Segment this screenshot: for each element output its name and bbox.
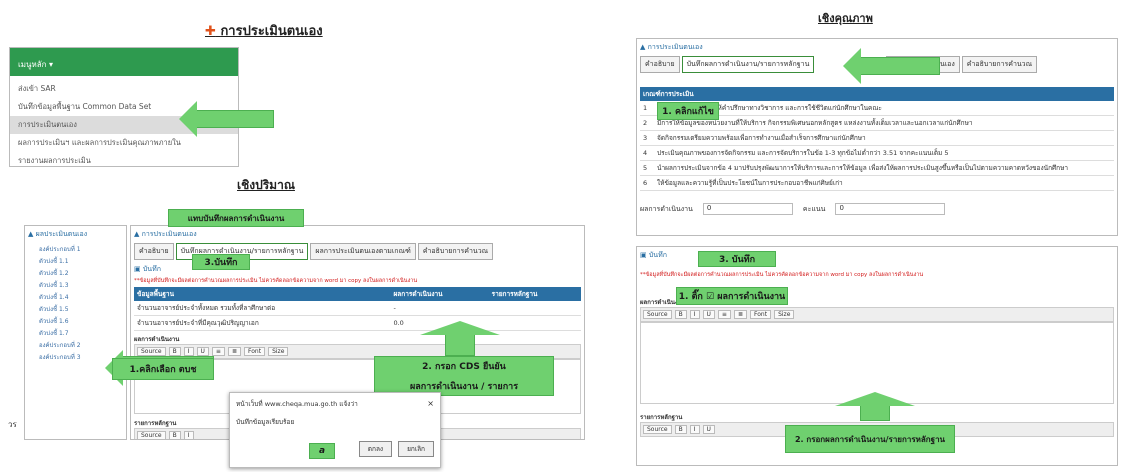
toolbar-button[interactable]: ≣	[733, 310, 747, 319]
self-assessment-heading: ✚ การประเมินตนเอง	[205, 24, 323, 39]
tree-item[interactable]: ตัวบ่งชี้ 1.5	[25, 303, 126, 315]
result-field: 0	[702, 203, 793, 215]
arrow-to-menu-item	[196, 110, 274, 128]
tree-item[interactable]: ตัวบ่งชี้ 1.1	[25, 255, 126, 267]
confirm-dialog: หน้าเว็บที่ www.cheqa.mua.go.th แจ้งว่า …	[229, 392, 441, 468]
callout-record-tab: แทบบันทึกผลการดำเนินงาน	[168, 209, 304, 227]
toolbar-button[interactable]: ≣	[227, 347, 241, 356]
score-label: คะแนน	[802, 204, 826, 213]
tree-item[interactable]: ตัวบ่งชี้ 1.3	[25, 279, 126, 291]
close-icon[interactable]: ×	[427, 399, 434, 409]
warning-text: **ข้อมูลที่บันทึกจะมีผลต่อการคำนวณผลการป…	[134, 278, 418, 284]
criteria-row: 6 ให้ข้อมูลและความรู้ที่เป็นประโยชน์ในการ…	[640, 175, 1114, 191]
arrow-to-record-tab	[860, 57, 940, 75]
toolbar-button[interactable]: Source	[643, 310, 672, 319]
toolbar-button[interactable]: ≡	[211, 347, 225, 356]
toolbar-button[interactable]: ≡	[717, 310, 731, 319]
criteria-row: 3 จัดกิจกรรมเตรียมความพร้อมเพื่อการทำงานเ…	[640, 130, 1114, 146]
toolbar-button[interactable]: U	[196, 347, 209, 356]
save-button[interactable]: บันทึก	[143, 265, 161, 273]
criteria-row: 4 ประเมินคุณภาพของการจัดกิจกรรม และการจัด…	[640, 145, 1114, 161]
toolbar-button[interactable]: U	[702, 425, 715, 434]
menu-item-send-sar[interactable]: ส่งเข้า SAR	[10, 80, 238, 98]
main-menu: เมนูหลัก ▾ ส่งเข้า SAR บันทึกข้อมูลพื้นฐ…	[9, 47, 239, 167]
home-icon: ▲	[134, 230, 140, 238]
save-icon: ▣	[134, 265, 141, 273]
toolbar-select[interactable]: Size	[268, 347, 289, 356]
dialog-ok-button[interactable]: ตกลง	[358, 441, 393, 457]
score-field: 0	[835, 203, 946, 215]
tab-record-results[interactable]: บันทึกผลการดำเนินงาน/รายการหลักฐาน	[681, 56, 815, 73]
menu-item-assessment-results[interactable]: ผลการประเมินฯ และผลการประเมินคุณภาพภายใน	[10, 134, 238, 152]
table-header: ผลการดำเนินงาน	[390, 287, 489, 301]
flag-icon: ✚	[205, 24, 216, 39]
home-icon: ▲	[28, 230, 34, 238]
main-menu-header[interactable]: เมนูหลัก ▾	[10, 48, 238, 76]
toolbar-button[interactable]: B	[674, 425, 687, 434]
cds-table: ข้อมูลพื้นฐาน ผลการดำเนินงาน รายการหลักฐ…	[134, 287, 581, 331]
tab-calculation[interactable]: คำอธิบายการคำนวณ	[417, 243, 494, 260]
toolbar-button[interactable]: Source	[643, 425, 672, 434]
toolbar-select[interactable]: Font	[749, 310, 772, 319]
callout-qual-step2-fill: 2. กรอกผลการดำเนินงาน/รายการหลักฐาน	[785, 425, 955, 453]
home-icon: ▲	[640, 43, 646, 51]
qualitative-heading: เชิงคุณภาพ	[818, 12, 873, 25]
dialog-title: หน้าเว็บที่ www.cheqa.mua.go.th แจ้งว่า	[236, 400, 358, 408]
toolbar-button[interactable]: Source	[137, 347, 166, 356]
menu-item-report[interactable]: รายงานผลการประเมิน	[10, 152, 238, 166]
warning-text: **ข้อมูลที่บันทึกจะมีผลต่อการคำนวณผลการป…	[640, 272, 924, 278]
table-header: ข้อมูลพื้นฐาน	[134, 287, 391, 301]
toolbar-button[interactable]: I	[689, 425, 700, 434]
save-icon: ▣	[640, 251, 647, 259]
tree-item[interactable]: ตัวบ่งชี้ 1.4	[25, 291, 126, 303]
footer-number: วร	[8, 420, 17, 429]
toolbar-button[interactable]: B	[168, 347, 181, 356]
quant-sidebar: ▲ ผลประเมินตนเอง องค์ประกอบที่ 1 ตัวบ่งช…	[24, 225, 127, 440]
callout-qual-step1-click: 1. คลิกแก้ไข	[657, 102, 719, 120]
callout-step3-save: 3.บันทึก	[192, 254, 250, 270]
callout-qual-step1-check: 1. ติ๊ก ☑ ผลการดำเนินงาน	[676, 287, 788, 305]
callout-qual-step3-save: 3. บันทึก	[698, 251, 776, 267]
tab-description[interactable]: คำอธิบาย	[134, 243, 174, 260]
quantitative-heading: เชิงปริมาณ	[237, 178, 295, 192]
toolbar-button[interactable]: B	[674, 310, 687, 319]
criteria-header: เกณฑ์การประเมิน	[640, 87, 1114, 101]
tree-item[interactable]: ตัวบ่งชี้ 1.6	[25, 315, 126, 327]
toolbar-button[interactable]: I	[183, 431, 194, 439]
tree-item[interactable]: ตัวบ่งชี้ 1.2	[25, 267, 126, 279]
tab-description[interactable]: คำอธิบาย	[640, 56, 680, 73]
toolbar-select[interactable]: Font	[243, 347, 266, 356]
toolbar-button[interactable]: B	[168, 431, 181, 439]
criteria-row: 5 นำผลการประเมินจากข้อ 4 มาปรับปรุงพัฒนาก…	[640, 160, 1114, 176]
toolbar-button[interactable]: I	[183, 347, 194, 356]
toolbar-button[interactable]: I	[689, 310, 700, 319]
editor-toolbar: Source B I U ≡ ≣ Font Size	[640, 307, 1114, 322]
tree-item[interactable]: ตัวบ่งชี้ 1.7	[25, 327, 126, 339]
toolbar-select[interactable]: Size	[774, 310, 795, 319]
callout-step1-select-kpi: 1.คลิกเลือก ตบช	[112, 358, 214, 380]
table-row: จำนวนอาจารย์ประจำทั้งหมด รวมทั้งที่ลาศึก…	[134, 301, 581, 316]
toolbar-button[interactable]: U	[702, 310, 715, 319]
arrow-up-to-evidence	[860, 405, 890, 421]
tab-self-evaluation[interactable]: ผลการประเมินตนเองตามเกณฑ์	[310, 243, 416, 260]
tree-item[interactable]: องค์ประกอบที่ 1	[25, 243, 126, 255]
callout-step-a: a	[309, 443, 335, 459]
table-header: รายการหลักฐาน	[488, 287, 581, 301]
table-row: จำนวนอาจารย์ประจำที่มีคุณวุฒิปริญญาเอก 0…	[134, 315, 581, 331]
callout-step2-fill-cds: 2. กรอก CDS ยืนยัน ผลการดำเนินงาน / รายก…	[374, 356, 554, 396]
arrow-up-to-editor	[445, 334, 475, 356]
dialog-cancel-button[interactable]: ยกเลิก	[398, 441, 434, 457]
save-button[interactable]: บันทึก	[649, 251, 667, 259]
result-label: ผลการดำเนินงาน	[640, 204, 693, 213]
tab-calculation[interactable]: คำอธิบายการคำนวณ	[961, 56, 1038, 73]
editor-label: ผลการดำเนินงาน	[134, 336, 180, 343]
toolbar-button[interactable]: Source	[137, 431, 166, 439]
dialog-body: บันทึกข้อมูลเรียบร้อย	[236, 418, 295, 426]
